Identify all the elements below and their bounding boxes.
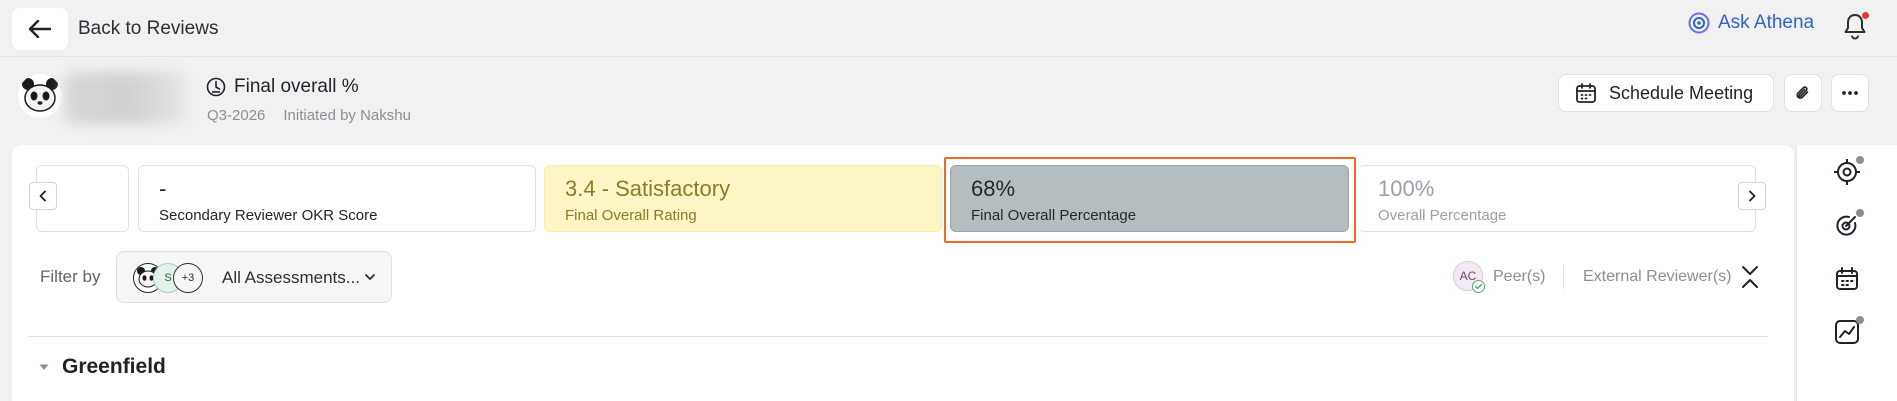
chevron-down-icon bbox=[365, 274, 375, 280]
section-title: Greenfield bbox=[62, 355, 166, 378]
score-label: Secondary Reviewer OKR Score bbox=[159, 207, 378, 224]
selected-assessment: All Assessments... bbox=[222, 268, 360, 287]
scroll-right-button[interactable] bbox=[1738, 182, 1766, 210]
goals-rail-button[interactable] bbox=[1833, 156, 1864, 186]
score-card-secondary-okr[interactable]: - Secondary Reviewer OKR Score bbox=[138, 165, 536, 232]
calendar-rail-button[interactable] bbox=[1833, 265, 1861, 293]
okr-rail-button[interactable] bbox=[1833, 209, 1864, 239]
peer-filter-label[interactable]: Peer(s) bbox=[1493, 268, 1545, 286]
indicator-dot bbox=[1856, 156, 1864, 164]
score-value: - bbox=[159, 176, 167, 201]
check-icon bbox=[1472, 280, 1485, 293]
more-horizontal-icon bbox=[1842, 91, 1858, 95]
arrow-left-icon bbox=[29, 20, 51, 38]
attachment-button[interactable] bbox=[1784, 74, 1822, 112]
assessment-filter-dropdown[interactable]: S +3 All Assessments... bbox=[116, 251, 392, 303]
peer-avatar[interactable]: AC bbox=[1453, 261, 1485, 293]
analytics-rail-button[interactable] bbox=[1833, 316, 1864, 346]
scroll-left-button[interactable] bbox=[29, 182, 57, 210]
back-button[interactable] bbox=[12, 8, 68, 50]
schedule-meeting-label: Schedule Meeting bbox=[1609, 82, 1754, 103]
employee-name-redacted bbox=[64, 72, 186, 124]
score-card-final-rating[interactable]: 3.4 - Satisfactory Final Overall Rating bbox=[544, 165, 942, 232]
top-bar: Back to Reviews Ask Athena bbox=[0, 0, 1897, 57]
review-period: Q3-2026 bbox=[207, 107, 266, 124]
calendar-icon bbox=[1576, 83, 1596, 103]
more-avatars-count: +3 bbox=[173, 263, 203, 293]
score-card-overall-percentage[interactable]: 100% Overall Percentage bbox=[1358, 165, 1756, 232]
schedule-meeting-button[interactable]: Schedule Meeting bbox=[1558, 74, 1774, 112]
divider bbox=[1563, 265, 1564, 289]
review-initiator: Initiated by Nakshu bbox=[283, 107, 411, 124]
review-title: Final overall % bbox=[206, 76, 359, 98]
paperclip-icon bbox=[1796, 86, 1809, 99]
calendar-icon bbox=[1836, 267, 1858, 290]
filter-label: Filter by bbox=[40, 267, 101, 286]
back-link-label[interactable]: Back to Reviews bbox=[78, 18, 218, 40]
employee-avatar bbox=[18, 74, 62, 118]
more-options-button[interactable] bbox=[1831, 74, 1869, 112]
gauge-icon bbox=[206, 77, 226, 97]
athena-icon bbox=[1688, 12, 1710, 34]
external-reviewer-filter-label[interactable]: External Reviewer(s) bbox=[1583, 268, 1731, 286]
score-value: 100% bbox=[1378, 176, 1435, 201]
right-sidebar bbox=[1796, 145, 1897, 401]
ask-athena-label: Ask Athena bbox=[1718, 12, 1815, 33]
score-label: Final Overall Rating bbox=[565, 207, 697, 224]
section-header-greenfield[interactable]: Greenfield bbox=[38, 355, 166, 379]
chevron-right-icon bbox=[1749, 190, 1756, 202]
review-meta: Q3-2026 Initiated by Nakshu bbox=[207, 107, 411, 124]
notification-dot bbox=[1862, 12, 1869, 19]
notifications-button[interactable] bbox=[1842, 12, 1870, 42]
indicator-dot bbox=[1856, 209, 1864, 217]
score-value: 3.4 - Satisfactory bbox=[565, 176, 731, 201]
collapse-all-icon[interactable] bbox=[1740, 264, 1760, 290]
indicator-dot bbox=[1856, 316, 1864, 324]
caret-down-icon bbox=[39, 364, 49, 370]
section-divider bbox=[28, 336, 1768, 337]
page-title: Final overall % bbox=[234, 76, 359, 97]
ask-athena-button[interactable]: Ask Athena bbox=[1688, 12, 1814, 34]
score-label: Overall Percentage bbox=[1378, 207, 1507, 224]
selection-highlight bbox=[944, 157, 1356, 243]
chevron-left-icon bbox=[39, 190, 46, 202]
panda-avatar-icon bbox=[18, 74, 62, 118]
